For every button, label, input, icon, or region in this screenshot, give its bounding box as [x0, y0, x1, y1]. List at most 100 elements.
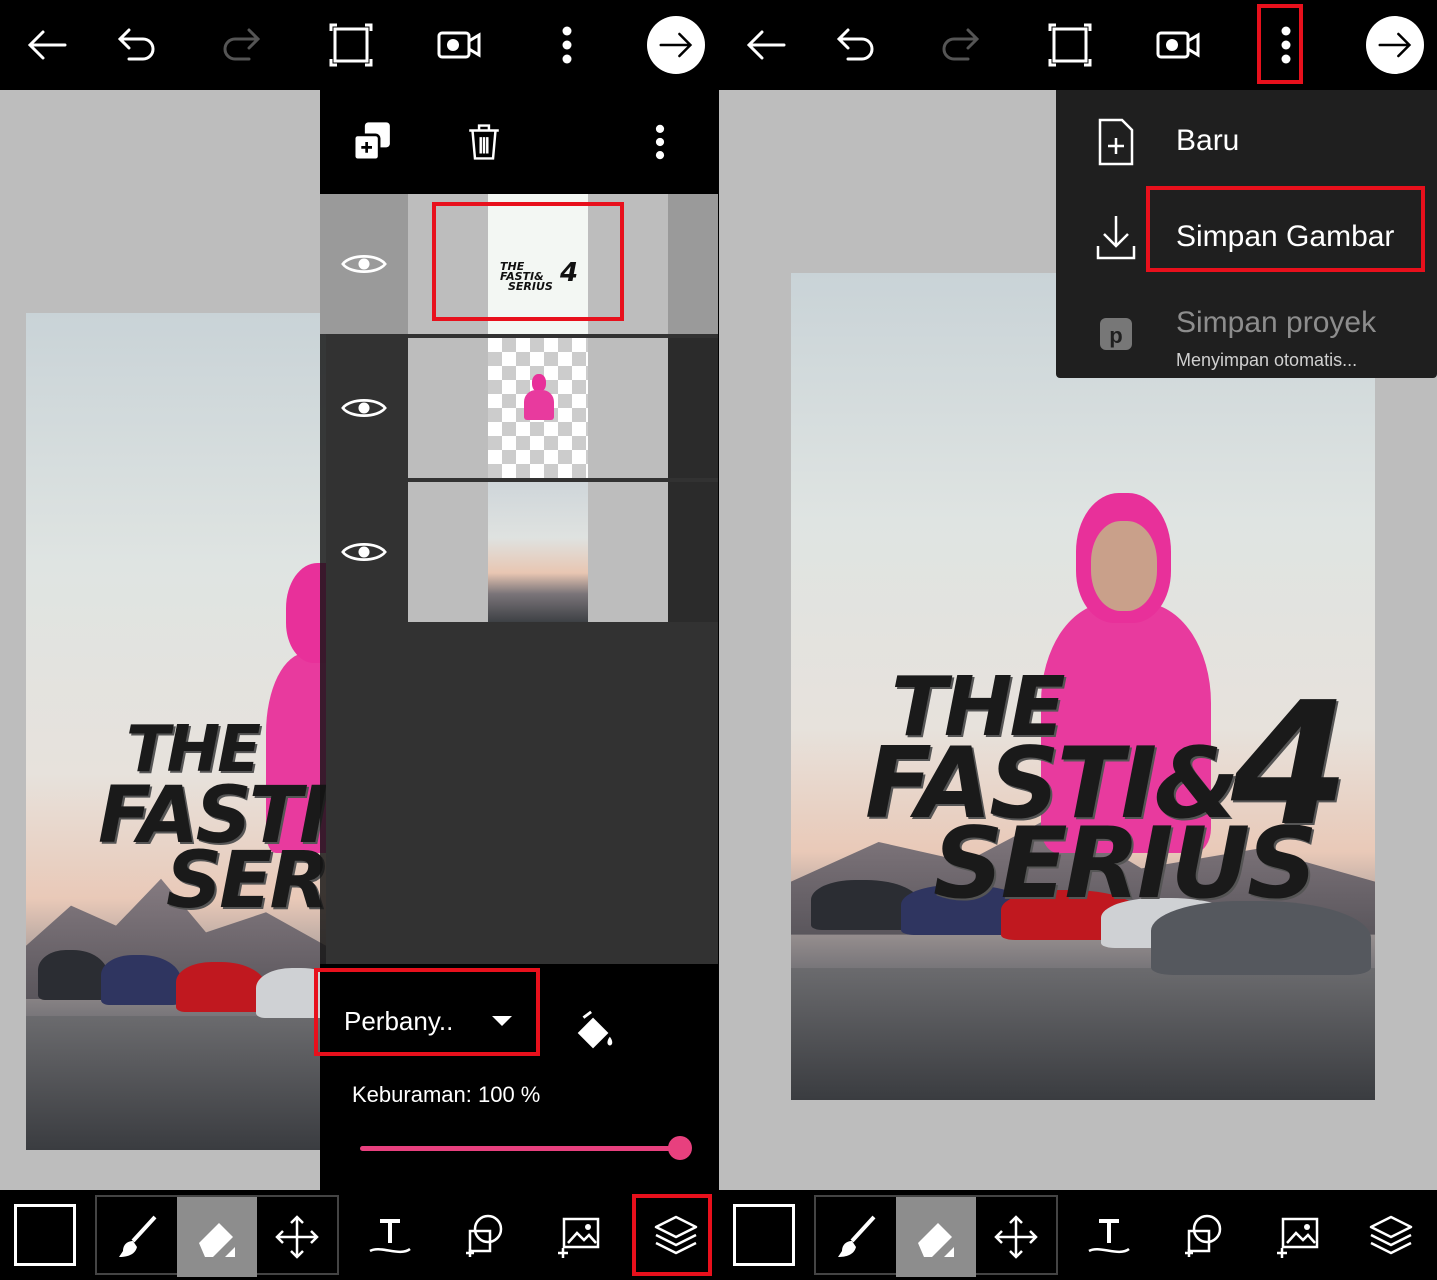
add-photo-tool[interactable] [540, 1195, 620, 1275]
video-camera-icon [1156, 31, 1200, 59]
picsart-project-icon: p [1100, 318, 1132, 350]
undo-button[interactable] [104, 14, 166, 76]
shape-tool[interactable] [1163, 1195, 1243, 1275]
arrow-left-icon [27, 30, 67, 60]
add-layer-button[interactable] [344, 114, 400, 170]
color-swatch[interactable] [14, 1204, 76, 1266]
layer-row-cutout[interactable] [320, 338, 718, 478]
menu-sublabel-autosave: Menyimpan otomatis... [1176, 350, 1358, 370]
layers-tool[interactable] [1351, 1195, 1431, 1275]
next-button[interactable] [647, 16, 705, 74]
brush-tool[interactable] [97, 1197, 177, 1277]
layer-thumbnail [488, 482, 588, 622]
eraser-icon [199, 1223, 235, 1257]
top-toolbar [719, 0, 1437, 90]
layers-panel-header [320, 90, 718, 194]
top-toolbar [0, 0, 718, 90]
arrow-right-circle-icon [1378, 32, 1412, 58]
fill-button[interactable] [570, 1008, 618, 1061]
trash-icon [469, 124, 499, 160]
menu-item-save-project: p Simpan proyek Menyimpan otomatis... [1056, 286, 1437, 382]
crop-button[interactable] [320, 14, 382, 76]
drawing-tool-group [814, 1195, 1058, 1277]
bottom-toolbar [0, 1190, 718, 1280]
color-swatch[interactable] [733, 1204, 795, 1266]
record-button[interactable] [1147, 14, 1209, 76]
poster-title-number: 4 [1231, 666, 1349, 864]
redo-icon [223, 28, 261, 61]
shape-tool[interactable] [444, 1195, 524, 1275]
undo-icon [836, 28, 874, 61]
move-tool[interactable] [976, 1197, 1056, 1277]
drawing-tool-group [95, 1195, 339, 1277]
canvas-image[interactable]: THE FASTI& SERIUS [26, 313, 326, 1150]
layer-visibility-toggle[interactable] [320, 194, 408, 334]
brush-tool[interactable] [816, 1197, 896, 1277]
back-button[interactable] [16, 14, 78, 76]
download-icon [1096, 216, 1136, 260]
highlight-save-image [1146, 186, 1425, 272]
highlight-more-button [1257, 4, 1303, 84]
eye-icon [341, 255, 387, 273]
bottom-toolbar [719, 1190, 1437, 1280]
move-tool[interactable] [257, 1197, 337, 1277]
text-tool[interactable] [1069, 1195, 1149, 1275]
layer-visibility-toggle[interactable] [320, 482, 408, 622]
eraser-icon [918, 1223, 954, 1257]
layers-panel: THE FASTI& SERIUS 4 Perbany.. Keburaman:… [314, 90, 718, 1190]
text-icon [369, 1219, 411, 1254]
crop-icon [1048, 23, 1092, 67]
back-button[interactable] [735, 14, 797, 76]
right-editor-screen: THE FASTI& SERIUS 4 Baru Simpan Gambar p… [719, 0, 1437, 1280]
crop-button[interactable] [1039, 14, 1101, 76]
undo-icon [117, 28, 155, 61]
text-icon [1088, 1219, 1130, 1254]
layers-icon [1369, 1215, 1413, 1255]
highlight-layers-tool [632, 1194, 712, 1276]
layers-more-button[interactable] [632, 114, 688, 170]
undo-button[interactable] [823, 14, 885, 76]
poster-title-line3: SERIUS [166, 836, 326, 926]
add-photo-icon [558, 1217, 600, 1258]
eraser-tool[interactable] [896, 1197, 976, 1277]
arrow-left-icon [746, 30, 786, 60]
move-icon [275, 1215, 319, 1259]
video-camera-icon [437, 31, 481, 59]
svg-text:p: p [1109, 323, 1122, 348]
eraser-tool[interactable] [177, 1197, 257, 1277]
opacity-value: 100 % [477, 1082, 541, 1107]
crop-icon [329, 23, 373, 67]
add-photo-tool[interactable] [1259, 1195, 1339, 1275]
delete-layer-button[interactable] [456, 114, 512, 170]
text-tool[interactable] [350, 1195, 430, 1275]
eye-icon [341, 543, 387, 561]
opacity-slider-thumb[interactable] [668, 1136, 692, 1160]
redo-icon [942, 28, 980, 61]
record-button[interactable] [428, 14, 490, 76]
shape-icon [1185, 1214, 1222, 1257]
menu-label-save-project: Simpan proyek [1176, 306, 1377, 339]
menu-label-new: Baru [1176, 124, 1240, 157]
opacity-slider-track[interactable] [360, 1146, 682, 1151]
more-vertical-icon [655, 124, 665, 160]
menu-item-new[interactable]: Baru [1056, 94, 1437, 190]
redo-button[interactable] [931, 14, 993, 76]
opacity-label: Keburaman: 100 % [352, 1082, 541, 1107]
redo-button[interactable] [212, 14, 274, 76]
add-photo-icon [1277, 1217, 1319, 1258]
move-icon [994, 1215, 1038, 1259]
more-button[interactable] [536, 14, 598, 76]
layer-row-background[interactable] [320, 482, 718, 622]
paint-bucket-icon [577, 1010, 613, 1049]
add-layer-icon [352, 122, 390, 162]
brush-icon [119, 1215, 157, 1257]
layer-thumbnail-frame [408, 338, 668, 478]
layer-visibility-toggle[interactable] [320, 338, 408, 478]
overflow-menu: Baru Simpan Gambar p Simpan proyek Menyi… [1056, 90, 1437, 378]
layer-thumbnail-frame [408, 482, 668, 622]
next-button[interactable] [1366, 16, 1424, 74]
highlight-blend-mode [314, 968, 540, 1056]
canvas-image[interactable]: THE FASTI& SERIUS 4 [791, 273, 1375, 1100]
poster-title-line1: THE [126, 713, 261, 787]
arrow-right-circle-icon [659, 32, 693, 58]
